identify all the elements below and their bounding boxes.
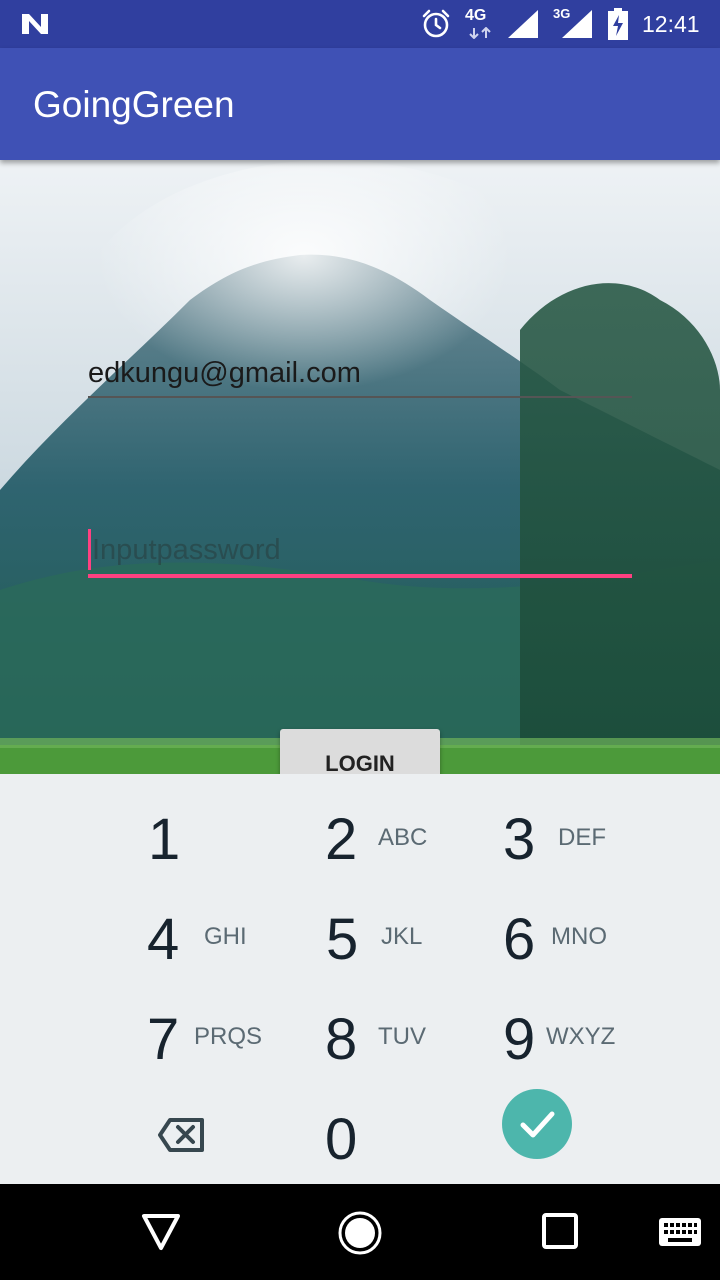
key-letters: WXYZ <box>546 1023 616 1050</box>
key-5[interactable]: 5 JKL <box>320 894 460 994</box>
key-digit: 4 <box>147 907 180 972</box>
password-field[interactable]: Inputpassword <box>88 526 632 578</box>
key-letters: DEF <box>558 824 606 851</box>
network-4g-indicator: 4G <box>465 7 495 41</box>
key-0[interactable]: 0 <box>320 1094 460 1194</box>
navigation-bar <box>0 1184 720 1280</box>
background-image <box>0 160 720 774</box>
key-digit: 9 <box>503 1007 536 1072</box>
backspace-button[interactable] <box>150 1104 214 1168</box>
keyboard-icon[interactable] <box>658 1216 702 1248</box>
password-placeholder: Inputpassword <box>92 534 281 566</box>
text-cursor <box>88 529 91 570</box>
key-digit: 7 <box>147 1007 180 1072</box>
login-button-label: LOGIN <box>325 751 395 774</box>
key-letters: MNO <box>551 923 607 950</box>
clock: 12:41 <box>642 11 700 37</box>
key-9[interactable]: 9 WXYZ <box>500 994 640 1094</box>
key-4[interactable]: 4 GHI <box>140 894 280 994</box>
network-4g-label: 4G <box>465 7 487 24</box>
numeric-keypad: 1 2 ABC 3 DEF 4 GHI 5 JKL 6 MNO 7 PRQS 8… <box>0 774 720 1184</box>
backspace-icon <box>158 1118 204 1152</box>
key-3[interactable]: 3 DEF <box>500 794 640 894</box>
login-button[interactable]: LOGIN <box>280 729 440 774</box>
home-icon[interactable] <box>337 1210 383 1256</box>
alarm-icon <box>422 9 450 38</box>
done-button[interactable] <box>502 1089 572 1159</box>
data-arrows-icon <box>469 27 491 39</box>
login-screen: edkungu@gmail.com Inputpassword LOGIN <box>0 160 720 774</box>
key-letters: TUV <box>378 1023 426 1050</box>
key-8[interactable]: 8 TUV <box>320 994 460 1094</box>
checkmark-icon <box>520 1111 555 1138</box>
key-digit: 2 <box>325 807 358 872</box>
key-letters: GHI <box>204 923 247 950</box>
key-letters: JKL <box>381 923 423 950</box>
signal-icon <box>508 10 538 38</box>
key-letters: PRQS <box>194 1023 263 1050</box>
key-1[interactable]: 1 <box>140 794 280 894</box>
app-bar: GoingGreen <box>0 48 720 160</box>
signal-icon <box>562 10 592 38</box>
email-value: edkungu@gmail.com <box>88 357 361 389</box>
notification-n-icon <box>22 14 48 34</box>
key-digit: 8 <box>325 1007 358 1072</box>
key-digit: 6 <box>503 907 536 972</box>
back-icon[interactable] <box>140 1210 182 1254</box>
recents-icon[interactable] <box>541 1212 579 1250</box>
battery-charging-icon <box>608 8 628 40</box>
key-6[interactable]: 6 MNO <box>500 894 640 994</box>
key-letters: ABC <box>378 824 428 851</box>
status-bar: 4G 3G 12:41 <box>0 0 720 48</box>
key-digit: 1 <box>148 807 181 872</box>
key-digit: 0 <box>325 1107 358 1172</box>
key-7[interactable]: 7 PRQS <box>140 994 280 1094</box>
email-field[interactable]: edkungu@gmail.com <box>88 352 632 398</box>
app-title: GoingGreen <box>33 84 235 125</box>
key-digit: 3 <box>503 807 536 872</box>
key-2[interactable]: 2 ABC <box>320 794 460 894</box>
key-digit: 5 <box>326 907 359 972</box>
